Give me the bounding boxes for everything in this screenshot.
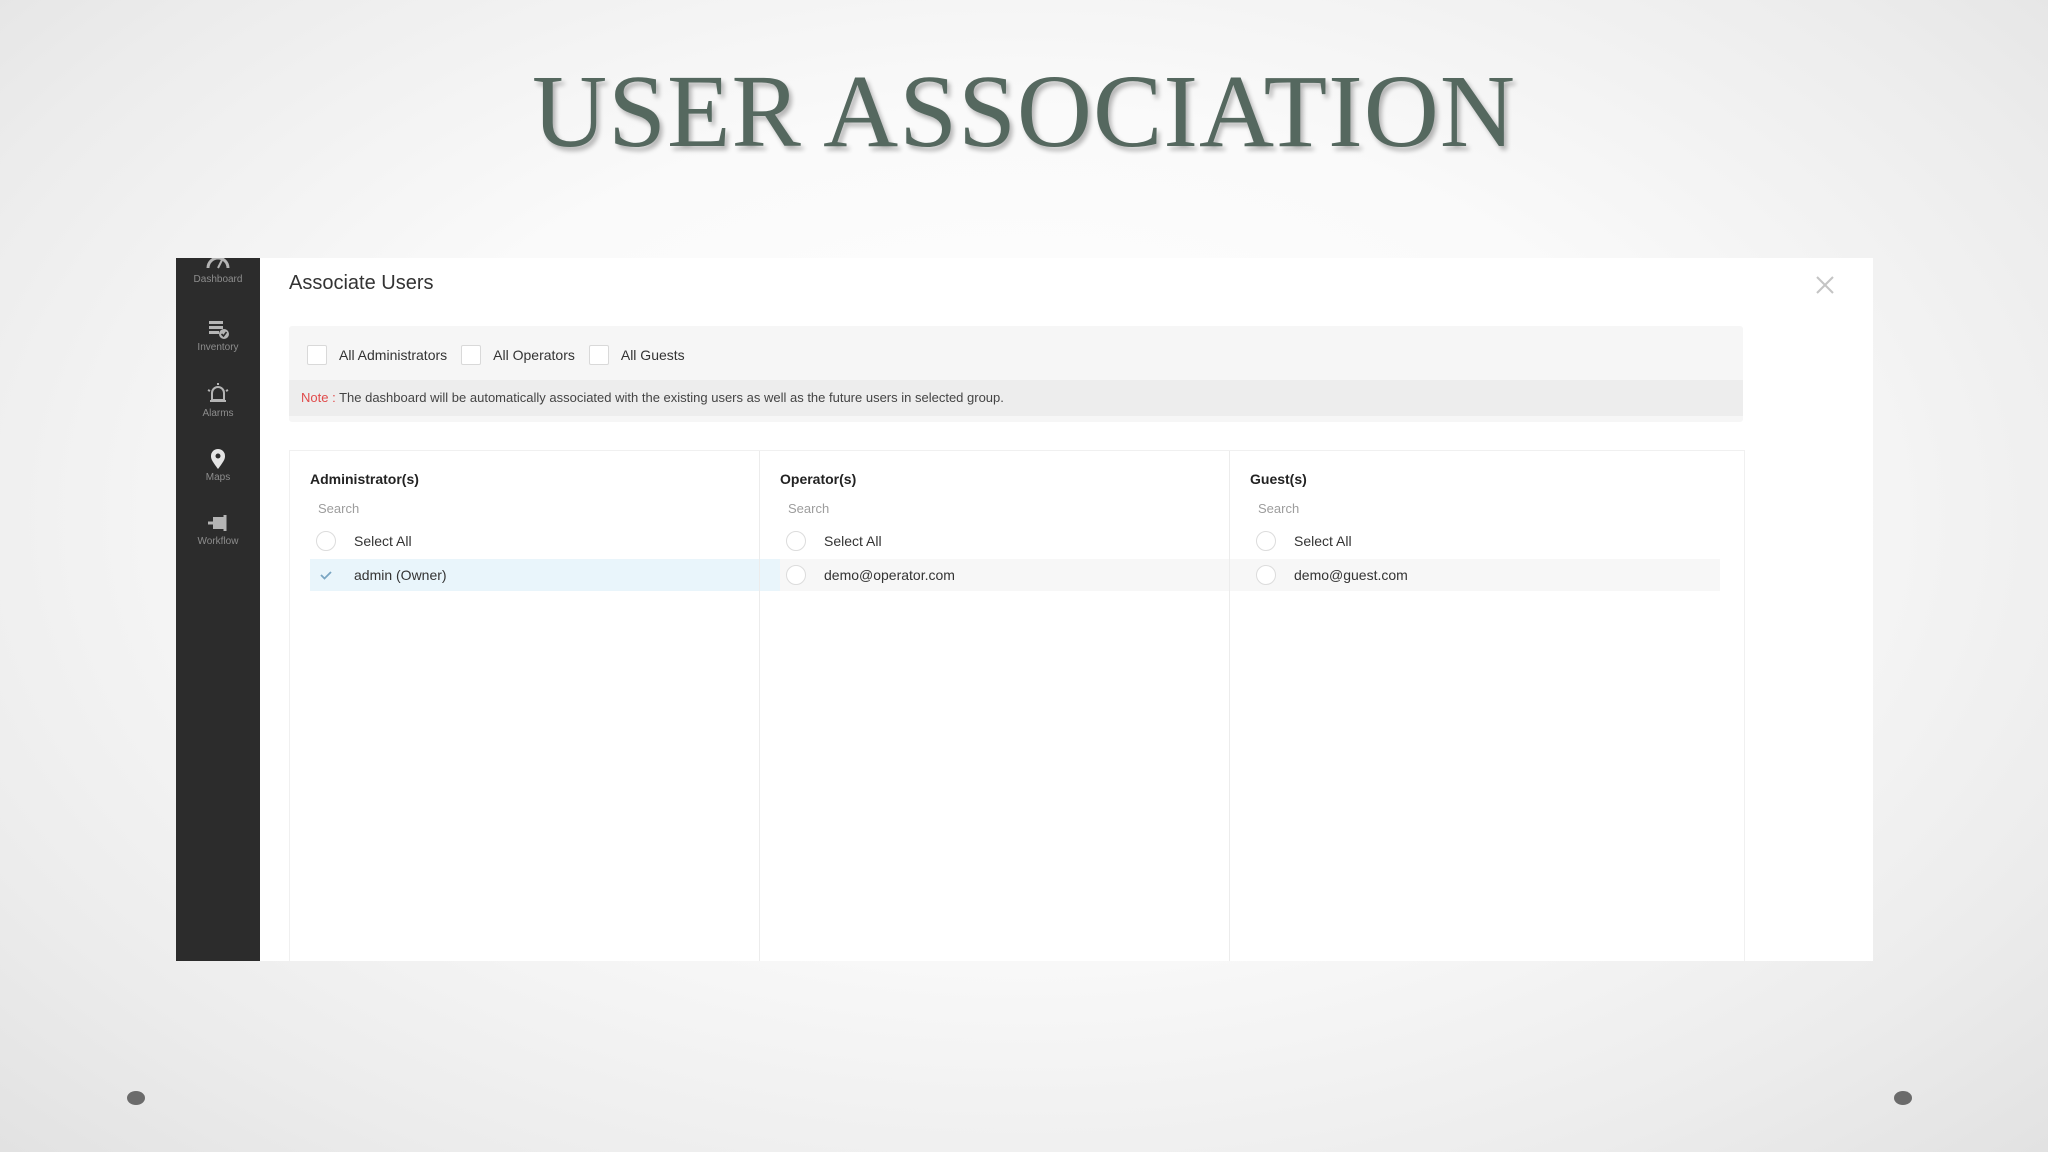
guests-header: Guest(s) <box>1250 471 1307 487</box>
guests-search-input[interactable] <box>1250 495 1706 521</box>
operators-select-all[interactable]: Select All <box>780 525 1250 557</box>
slide-title: USER ASSOCIATION <box>532 54 1516 169</box>
guests-select-all-label: Select All <box>1294 533 1352 549</box>
list-item[interactable]: demo@guest.com <box>1250 559 1720 591</box>
inventory-icon <box>209 321 229 339</box>
list-item-label: admin (Owner) <box>354 567 447 583</box>
associate-users-screenshot: Dashboard Inventory Alarms Maps Workflow… <box>176 258 1873 961</box>
nav-item-maps[interactable]: Maps <box>176 448 260 504</box>
nav-label-inventory: Inventory <box>197 342 239 353</box>
modal-title: Associate Users <box>289 272 434 294</box>
workflow-icon <box>208 515 227 531</box>
left-nav-sidebar: Dashboard Inventory Alarms Maps Workflow <box>176 258 260 961</box>
operators-column: Operator(s) Select All demo@operator.com <box>759 451 1250 961</box>
users-panel: Administrator(s) Select All admin (Owner… <box>289 450 1745 961</box>
all-administrators-label: All Administrators <box>339 347 448 363</box>
administrators-select-all-label: Select All <box>354 533 412 549</box>
guests-column: Guest(s) Select All demo@guest.com <box>1229 451 1720 961</box>
list-item-label: demo@guest.com <box>1294 567 1408 583</box>
all-guests-option[interactable]: All Guests <box>588 345 685 365</box>
alarm-bell-icon <box>207 383 229 402</box>
list-item-radio[interactable] <box>1256 565 1276 585</box>
note-label: Note : <box>301 390 336 405</box>
administrators-header: Administrator(s) <box>310 471 419 487</box>
note-text: The dashboard will be automatically asso… <box>339 390 1004 405</box>
nav-item-dashboard[interactable]: Dashboard <box>176 258 260 306</box>
operators-select-all-radio[interactable] <box>786 531 806 551</box>
list-item-radio[interactable] <box>786 565 806 585</box>
all-operators-checkbox[interactable] <box>461 345 482 365</box>
operators-header: Operator(s) <box>780 471 857 487</box>
administrators-select-all[interactable]: Select All <box>310 525 780 557</box>
group-association-box: All Administrators All Operators All Gue… <box>289 326 1743 422</box>
all-operators-label: All Operators <box>493 347 575 363</box>
administrators-select-all-radio[interactable] <box>316 531 336 551</box>
operators-select-all-label: Select All <box>824 533 882 549</box>
nav-item-workflow[interactable]: Workflow <box>176 512 260 568</box>
operators-search-input[interactable] <box>780 495 1236 521</box>
guests-select-all[interactable]: Select All <box>1250 525 1720 557</box>
nav-label-maps: Maps <box>205 472 231 483</box>
map-pin-icon <box>211 449 225 469</box>
all-administrators-checkbox[interactable] <box>307 345 327 365</box>
list-item[interactable]: demo@operator.com <box>780 559 1250 591</box>
all-guests-label: All Guests <box>620 347 685 363</box>
list-item[interactable]: admin (Owner) <box>310 559 780 591</box>
all-guests-checkbox[interactable] <box>588 345 609 365</box>
all-operators-option[interactable]: All Operators <box>461 345 575 365</box>
list-item-label: demo@operator.com <box>824 567 955 583</box>
all-administrators-option[interactable]: All Administrators <box>307 345 447 365</box>
guests-select-all-radio[interactable] <box>1256 531 1276 551</box>
administrators-search-input[interactable] <box>310 495 766 521</box>
slide-bullet-right <box>1894 1091 1912 1105</box>
slide-bullet-left <box>127 1091 145 1105</box>
nav-label-workflow: Workflow <box>197 536 239 547</box>
group-checkbox-row: All Administrators All Operators All Gue… <box>307 340 699 370</box>
nav-item-inventory[interactable]: Inventory <box>176 318 260 374</box>
nav-item-alarms[interactable]: Alarms <box>176 382 260 438</box>
nav-label-alarms: Alarms <box>202 408 234 419</box>
nav-label-dashboard: Dashboard <box>193 274 243 285</box>
group-note: Note : The dashboard will be automatical… <box>289 380 1743 416</box>
close-icon[interactable] <box>1814 274 1836 296</box>
administrators-column: Administrator(s) Select All admin (Owner… <box>290 451 780 961</box>
dashboard-gauge-icon <box>206 258 230 269</box>
check-icon[interactable] <box>316 565 336 585</box>
